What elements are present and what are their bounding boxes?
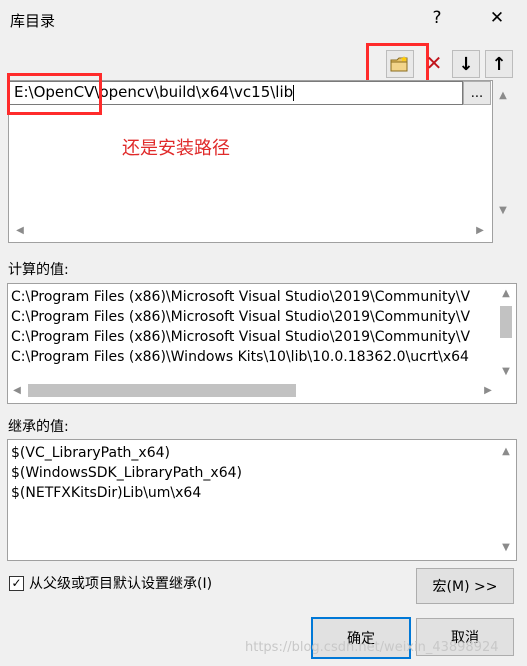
inherited-values-list[interactable]: $(VC_LibraryPath_x64) $(WindowsSDK_Libra… [7, 439, 517, 561]
close-button[interactable]: ✕ [480, 4, 514, 32]
edit-scroll-down-arrow[interactable]: ▼ [495, 203, 511, 217]
new-line-button[interactable] [386, 50, 414, 78]
inherit-checkbox[interactable]: ✓ [9, 575, 24, 591]
computed-vertical-thumb[interactable] [500, 306, 512, 338]
computed-scroll-down-arrow[interactable]: ▼ [498, 364, 514, 378]
inherit-checkbox-label[interactable]: 从父级或项目默认设置继承(I) [29, 573, 212, 593]
computed-scroll-left-arrow[interactable]: ◀ [10, 383, 24, 398]
list-item[interactable]: $(VC_LibraryPath_x64) [11, 443, 491, 463]
computed-vertical-scrollbar[interactable]: ▲ ▼ [498, 284, 514, 380]
computed-horizontal-scrollbar[interactable]: ◀ ▶ [8, 382, 498, 399]
macro-button[interactable]: 宏(M) >> [416, 568, 514, 604]
list-item[interactable]: C:\Program Files (x86)\Microsoft Visual … [11, 287, 495, 307]
watermark-text: https://blog.csdn.net/weixin_43898924 [245, 640, 499, 655]
edit-scroll-up-arrow[interactable]: ▲ [495, 88, 511, 102]
computed-scroll-up-arrow[interactable]: ▲ [498, 286, 514, 300]
help-button[interactable]: ? [420, 4, 454, 32]
computed-horizontal-thumb[interactable] [28, 384, 296, 397]
inherit-checkbox-row[interactable]: ✓ 从父级或项目默认设置继承(I) [9, 573, 212, 593]
folder-new-icon [390, 56, 408, 72]
list-item[interactable]: C:\Program Files (x86)\Microsoft Visual … [11, 327, 495, 347]
path-rest: opencv\build\x64\vc15\lib [99, 83, 294, 101]
dialog-title: 库目录 [10, 12, 56, 30]
inherited-values-label: 继承的值: [8, 419, 69, 435]
text-caret [293, 84, 295, 101]
list-item[interactable]: $(WindowsSDK_LibraryPath_x64) [11, 463, 491, 483]
move-down-button[interactable]: ↓ [452, 50, 480, 78]
move-up-button[interactable]: ↑ [485, 50, 513, 78]
computed-values-label: 计算的值: [8, 262, 69, 278]
edit-scroll-left-arrow[interactable]: ◀ [12, 223, 28, 237]
edit-scroll-right-arrow[interactable]: ▶ [472, 223, 488, 237]
list-item[interactable]: $(NETFXKitsDir)Lib\um\x64 [11, 483, 491, 503]
list-item[interactable]: C:\Program Files (x86)\Microsoft Visual … [11, 307, 495, 327]
inherited-scroll-up-arrow[interactable]: ▲ [498, 444, 514, 458]
computed-scroll-right-arrow[interactable]: ▶ [481, 383, 495, 398]
inherited-scroll-down-arrow[interactable]: ▼ [498, 540, 514, 554]
computed-values-list[interactable]: C:\Program Files (x86)\Microsoft Visual … [7, 283, 517, 404]
annotation-text: 还是安装路径 [122, 138, 230, 159]
browse-button[interactable]: ... [463, 81, 491, 105]
list-item[interactable]: C:\Program Files (x86)\Windows Kits\10\l… [11, 347, 495, 367]
delete-line-button[interactable]: ✕ [421, 50, 447, 76]
highlight-box-path [7, 73, 102, 115]
